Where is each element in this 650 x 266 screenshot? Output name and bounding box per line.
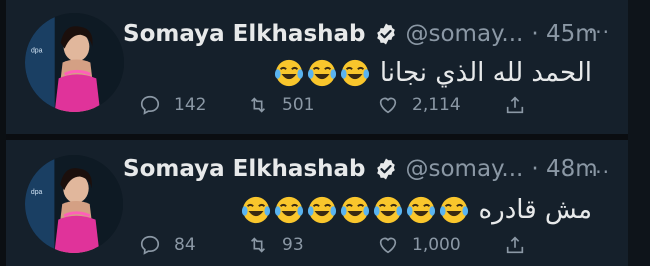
face-with-tears-of-joy-icon [373, 196, 402, 224]
share-button[interactable] [504, 228, 526, 262]
more-options-icon[interactable]: ··· [588, 20, 610, 44]
tweet-text: الحمد لله الذي نجانا [379, 58, 592, 88]
like-count: 1,000 [412, 235, 461, 255]
retweet-icon [250, 237, 266, 253]
retweet-count: 501 [282, 95, 315, 115]
heart-icon [379, 97, 397, 114]
verified-badge-icon [374, 22, 398, 46]
tweet-header: Somaya Elkhashab @somay... · 48m [123, 152, 598, 186]
retweet-count: 93 [282, 235, 304, 255]
face-with-tears-of-joy-icon [307, 59, 336, 87]
reply-button[interactable]: 142 [139, 88, 206, 122]
share-icon [506, 236, 524, 254]
face-with-tears-of-joy-icon [439, 196, 468, 224]
display-name[interactable]: Somaya Elkhashab [123, 21, 366, 47]
tweet-card[interactable]: dpa Somaya Elkhashab @somay... · 48m ··· [6, 140, 628, 266]
face-with-tears-of-joy-icon [241, 196, 270, 224]
like-button[interactable]: 2,114 [377, 88, 461, 122]
reply-count: 84 [174, 235, 196, 255]
avatar-photo: dpa [25, 155, 123, 253]
face-with-tears-of-joy-icon [340, 196, 369, 224]
emoji-group [274, 58, 370, 88]
avatar[interactable]: dpa [25, 13, 124, 112]
face-with-tears-of-joy-icon [274, 59, 303, 87]
retweet-icon [250, 97, 266, 113]
user-handle[interactable]: @somay... [406, 21, 524, 47]
avatar-photo: dpa [25, 13, 124, 112]
tweet-card[interactable]: dpa Somaya Elkhashab @somay... · 45m ···… [6, 0, 628, 133]
retweet-button[interactable]: 93 [247, 228, 304, 262]
retweet-button[interactable]: 501 [247, 88, 314, 122]
tweet-body: الحمد لله الذي نجانا [274, 55, 592, 91]
svg-text:dpa: dpa [31, 189, 43, 196]
reply-icon [140, 235, 160, 255]
tweet-actions: 84 93 1,000 [129, 228, 549, 262]
svg-text:dpa: dpa [31, 48, 43, 55]
verified-badge-icon [374, 157, 398, 181]
reply-count: 142 [174, 95, 207, 115]
share-button[interactable] [504, 88, 526, 122]
heart-icon [379, 237, 397, 254]
display-name[interactable]: Somaya Elkhashab [123, 156, 366, 182]
share-icon [506, 96, 524, 114]
user-handle[interactable]: @somay... [406, 156, 524, 182]
like-button[interactable]: 1,000 [377, 228, 461, 262]
tweet-header: Somaya Elkhashab @somay... · 45m [123, 17, 598, 51]
face-with-tears-of-joy-icon [307, 196, 336, 224]
reply-icon [140, 95, 160, 115]
face-with-tears-of-joy-icon [340, 59, 369, 87]
like-count: 2,114 [412, 95, 461, 115]
tweet-actions: 142 501 2,114 [129, 88, 549, 122]
tweet-body: مش قادره [241, 192, 592, 228]
right-frame-edge [628, 0, 650, 266]
emoji-group [241, 195, 469, 225]
face-with-tears-of-joy-icon [406, 196, 435, 224]
tweet-text: مش قادره [478, 195, 592, 225]
more-options-icon[interactable]: ··· [588, 160, 610, 184]
reply-button[interactable]: 84 [139, 228, 196, 262]
avatar[interactable]: dpa [25, 155, 123, 253]
face-with-tears-of-joy-icon [274, 196, 303, 224]
